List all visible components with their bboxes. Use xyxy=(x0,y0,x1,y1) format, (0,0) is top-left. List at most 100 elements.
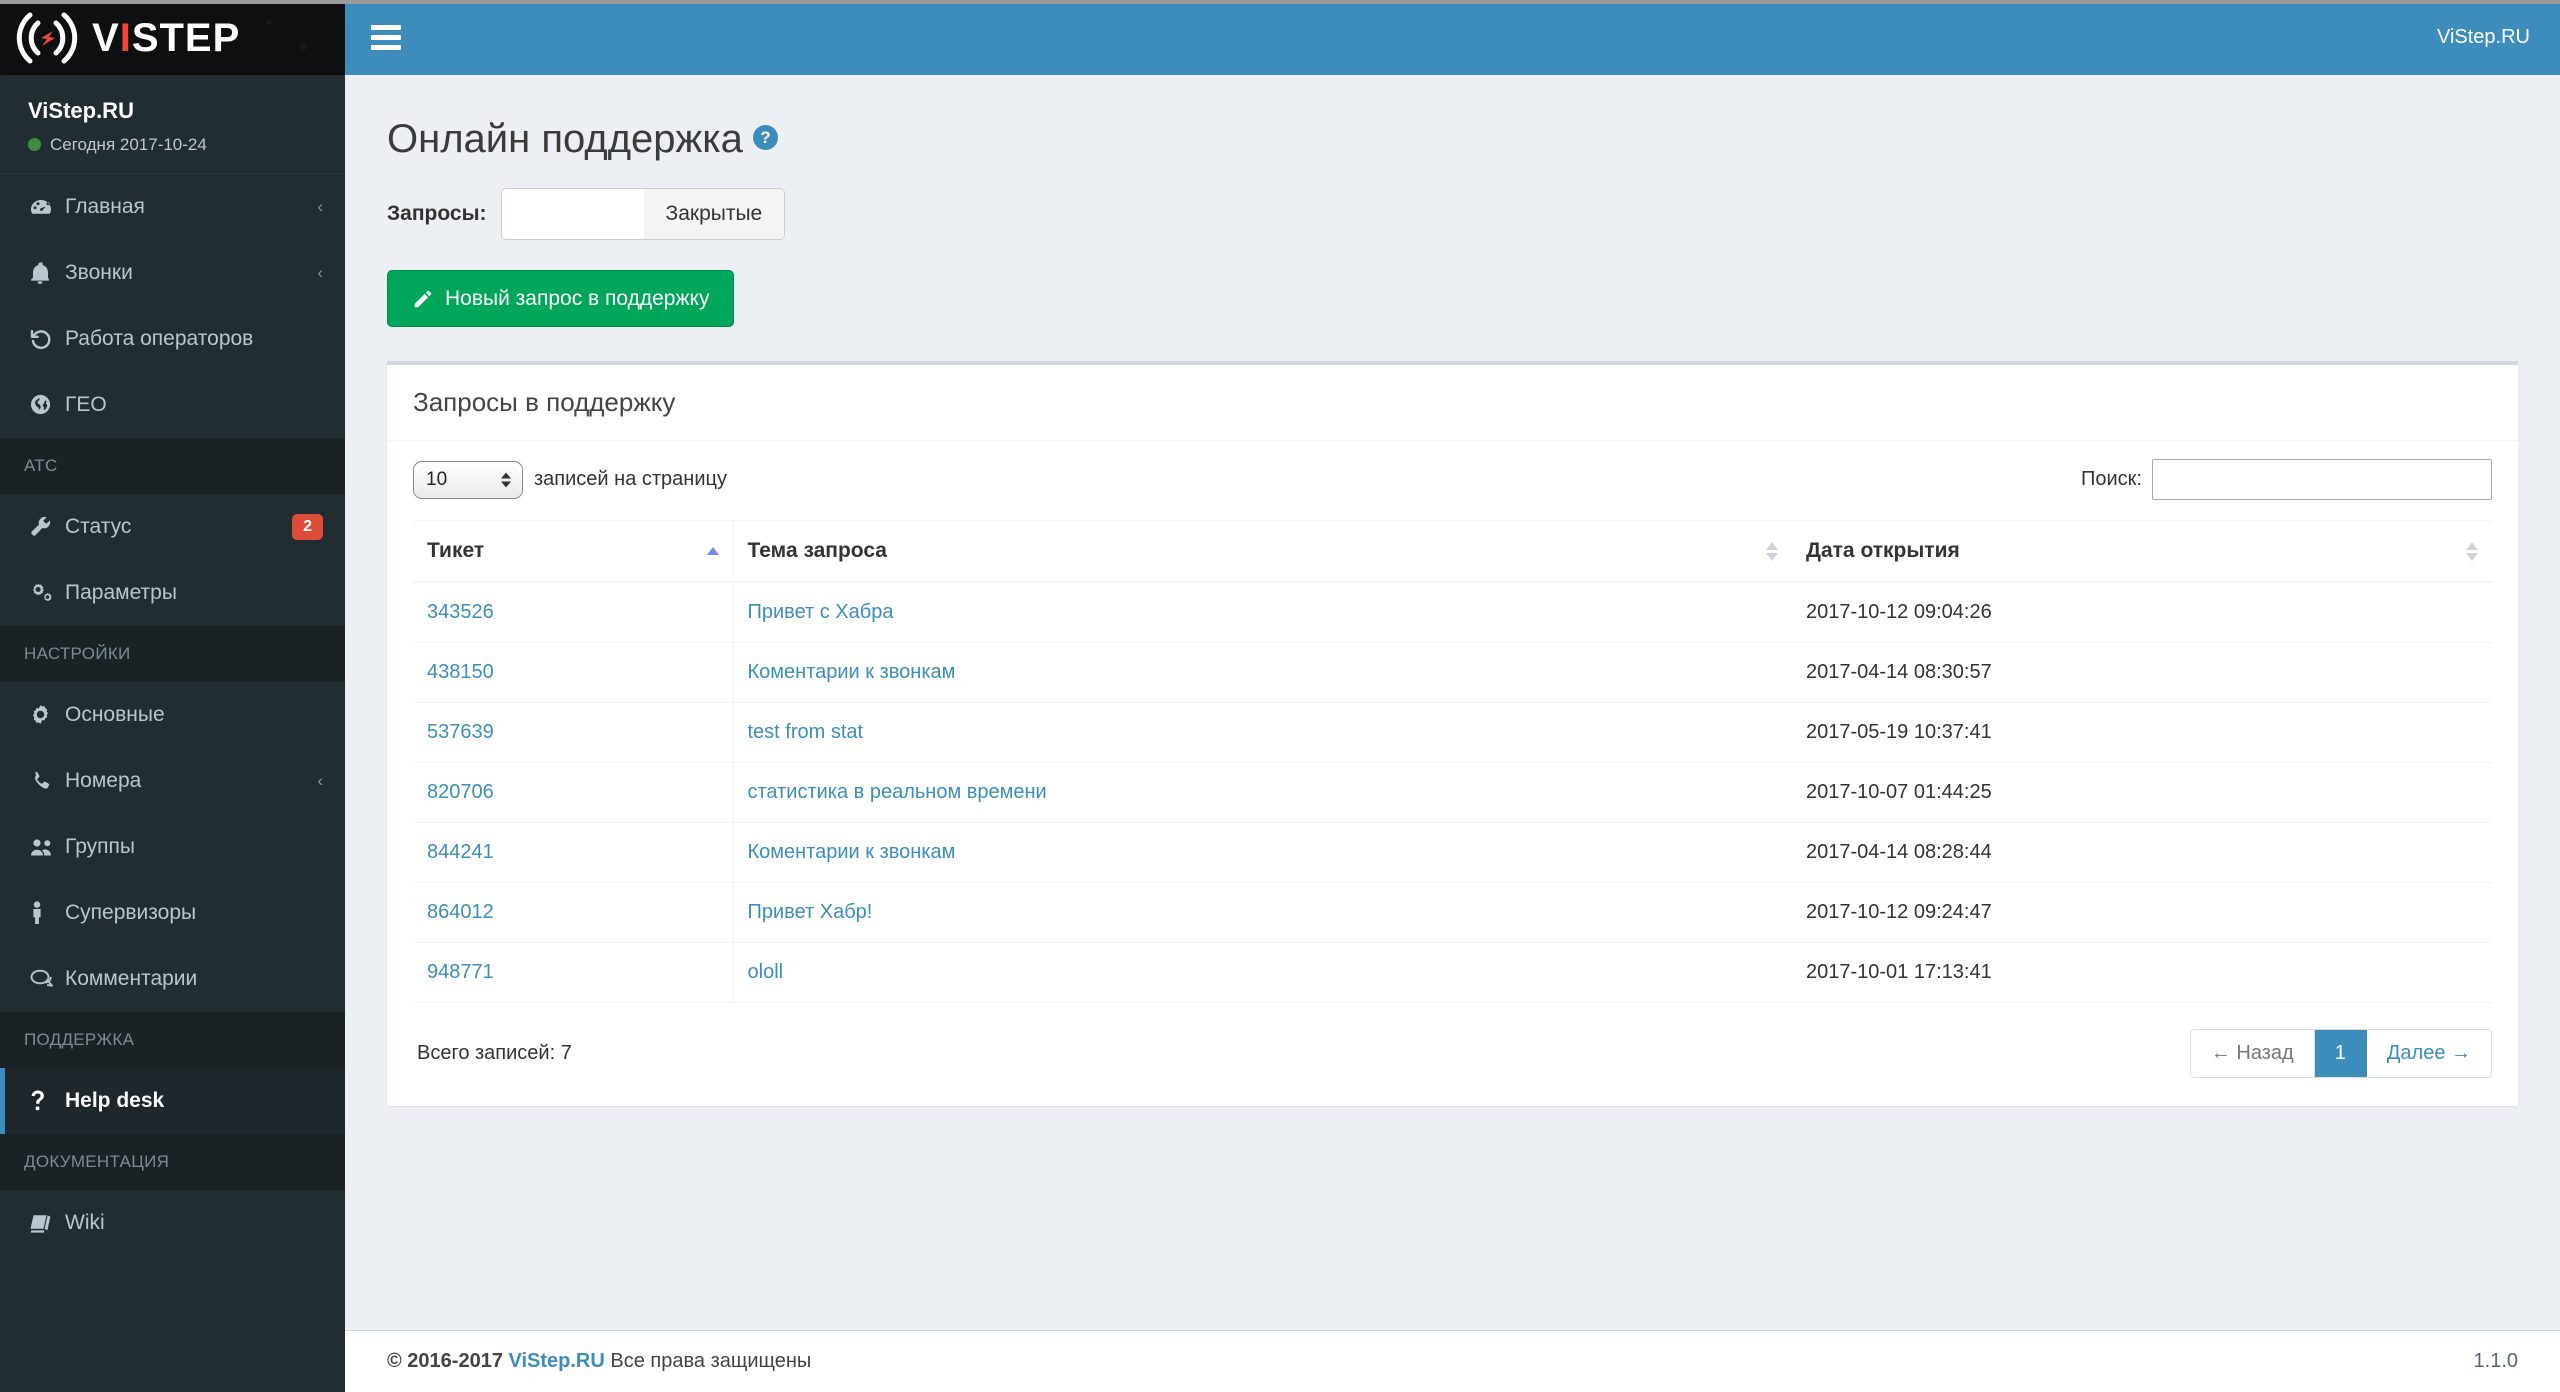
cell-ticket: 438150 xyxy=(413,642,734,703)
subject-link[interactable]: Привет с Хабра xyxy=(748,601,894,623)
sidebar-item-label: Основные xyxy=(65,702,165,726)
sidebar-section-nastroyki: НАСТРОЙКИ xyxy=(0,625,345,682)
table-row: 844241 Коментарии к звонкам 2017-04-14 0… xyxy=(413,822,2492,883)
subject-link[interactable]: Коментарии к звонкам xyxy=(748,661,956,683)
logo[interactable]: VISTEP xyxy=(0,0,345,75)
footer-brand-link[interactable]: ViStep.RU xyxy=(509,1350,605,1373)
ticket-link[interactable]: 844241 xyxy=(427,841,494,863)
page-title: Онлайн поддержка ? xyxy=(373,75,2532,162)
search-control: Поиск: xyxy=(2081,459,2492,500)
cell-date: 2017-10-01 17:13:41 xyxy=(1792,942,2492,1003)
sidebar-item-status[interactable]: Статус 2 xyxy=(0,494,345,560)
requests-box-title: Запросы в поддержку xyxy=(387,365,2518,441)
ticket-link[interactable]: 864012 xyxy=(427,901,494,923)
sort-none-icon xyxy=(2466,541,2478,561)
phone-icon xyxy=(29,769,65,792)
dashboard-icon xyxy=(29,195,65,219)
ticket-link[interactable]: 537639 xyxy=(427,721,494,743)
bell-icon xyxy=(29,261,65,285)
subject-link[interactable]: Коментарии к звонкам xyxy=(748,841,956,863)
user-name: ViStep.RU xyxy=(28,98,134,123)
pagination-next-button[interactable]: Далее → xyxy=(2366,1030,2491,1077)
table-tools: 10 записей на страницу Поиск: xyxy=(413,441,2492,520)
sidebar-item-gruppy[interactable]: Группы xyxy=(0,814,345,880)
cell-subject: Коментарии к звонкам xyxy=(733,642,1792,703)
requests-table-head: Тикет Тема запроса Дата открытия xyxy=(413,520,2492,583)
subject-link[interactable]: статистика в реальном времени xyxy=(748,781,1047,803)
navbar-brand-label[interactable]: ViStep.RU xyxy=(2437,26,2530,49)
cell-subject: ololl xyxy=(733,942,1792,1003)
sidebar-item-label: Статус xyxy=(65,514,132,538)
subject-link[interactable]: test from stat xyxy=(748,721,864,743)
requests-filter-row: Запросы: Закрытые xyxy=(373,162,2532,240)
sidebar-item-supervizory[interactable]: Супервизоры xyxy=(0,880,345,946)
ticket-link[interactable]: 343526 xyxy=(427,601,494,623)
chevron-left-icon: ‹ xyxy=(317,262,323,282)
wrench-icon xyxy=(29,515,65,538)
subject-link[interactable]: ololl xyxy=(748,961,784,983)
requests-table: Тикет Тема запроса Дата открытия 343526 … xyxy=(413,520,2492,1003)
cell-ticket: 864012 xyxy=(413,882,734,943)
requests-box: Запросы в поддержку 10 записей на страни… xyxy=(387,361,2518,1106)
chevron-left-icon: ‹ xyxy=(317,196,323,216)
sidebar-item-zvonki[interactable]: Звонки ‹ xyxy=(0,240,345,306)
ticket-link[interactable]: 948771 xyxy=(427,961,494,983)
sort-none-icon xyxy=(1766,541,1778,561)
cell-ticket: 537639 xyxy=(413,702,734,763)
requests-filter-group: Закрытые xyxy=(500,188,786,240)
sidebar-item-label: Главная xyxy=(65,194,145,218)
pagination-prev-button[interactable]: ← Назад xyxy=(2190,1030,2315,1077)
footer: © 2016-2017 ViStep.RU Все права защищены… xyxy=(345,1330,2560,1392)
user-status-label: Сегодня 2017-10-24 xyxy=(50,134,207,154)
ticket-link[interactable]: 820706 xyxy=(427,781,494,803)
requests-filter-open-button[interactable] xyxy=(501,189,644,239)
pagination-page-1[interactable]: 1 xyxy=(2314,1030,2367,1077)
cell-date: 2017-10-12 09:04:26 xyxy=(1792,581,2492,643)
ticket-link[interactable]: 438150 xyxy=(427,661,494,683)
sidebar-item-wiki[interactable]: Wiki xyxy=(0,1190,345,1256)
table-row: 864012 Привет Хабр! 2017-10-12 09:24:47 xyxy=(413,882,2492,943)
sidebar-item-glavnaya[interactable]: Главная ‹ xyxy=(0,174,345,240)
column-header-label: Тикет xyxy=(427,539,485,562)
sidebar-item-kommentarii[interactable]: Комментарии xyxy=(0,946,345,1012)
pencil-icon xyxy=(412,288,434,310)
sidebar-item-osnovnye[interactable]: Основные xyxy=(0,682,345,748)
person-icon xyxy=(29,900,65,925)
main-content: Онлайн поддержка ? Запросы: Закрытые Нов… xyxy=(345,75,2560,1330)
table-row: 537639 test from stat 2017-05-19 10:37:4… xyxy=(413,702,2492,763)
sidebar-item-label: Help desk xyxy=(65,1088,165,1112)
cell-ticket: 948771 xyxy=(413,942,734,1003)
hamburger-icon[interactable] xyxy=(371,20,401,55)
sidebar-item-label: Параметры xyxy=(65,580,177,604)
sidebar-item-nomera[interactable]: Номера ‹ xyxy=(0,748,345,814)
sidebar-item-help-desk[interactable]: Help desk xyxy=(0,1067,345,1134)
table-footer: Всего записей: 7 ← Назад 1 Далее → xyxy=(413,1003,2492,1084)
new-request-button[interactable]: Новый запрос в поддержку xyxy=(387,270,735,327)
column-header-label: Дата открытия xyxy=(1806,539,1960,562)
column-header-subject[interactable]: Тема запроса xyxy=(733,520,1792,583)
sidebar-item-parametry[interactable]: Параметры xyxy=(0,560,345,626)
window-top-strip xyxy=(0,0,2560,4)
cell-date: 2017-04-14 08:30:57 xyxy=(1792,642,2492,703)
gear-icon xyxy=(29,703,65,726)
sidebar-item-label: Комментарии xyxy=(65,966,198,990)
help-icon[interactable]: ? xyxy=(752,125,778,150)
logo-text-prefix: V xyxy=(92,15,120,60)
user-panel: ViStep.RU Сегодня 2017-10-24 xyxy=(0,75,345,174)
page-title-text: Онлайн поддержка xyxy=(387,117,743,161)
page-length-select-wrapper: 10 xyxy=(413,460,523,499)
comments-icon xyxy=(29,968,65,990)
subject-link[interactable]: Привет Хабр! xyxy=(748,901,873,923)
column-header-date[interactable]: Дата открытия xyxy=(1792,520,2492,583)
search-input[interactable] xyxy=(2152,459,2492,500)
sidebar-item-rabota-operatorov[interactable]: Работа операторов xyxy=(0,306,345,372)
sidebar-section-podderzhka: ПОДДЕРЖКА xyxy=(0,1011,345,1068)
page-length-select[interactable]: 10 xyxy=(413,460,523,499)
table-header-row: Тикет Тема запроса Дата открытия xyxy=(413,520,2492,583)
column-header-ticket[interactable]: Тикет xyxy=(413,520,734,583)
sidebar-item-geo[interactable]: ГЕО xyxy=(0,372,345,438)
app-root: VISTEP ViStep.RU Сегодня 2017-10-24 Глав… xyxy=(0,0,2560,1392)
status-badge: 2 xyxy=(292,513,323,540)
history-icon xyxy=(29,327,65,351)
requests-filter-closed-button[interactable]: Закрытые xyxy=(643,189,785,239)
